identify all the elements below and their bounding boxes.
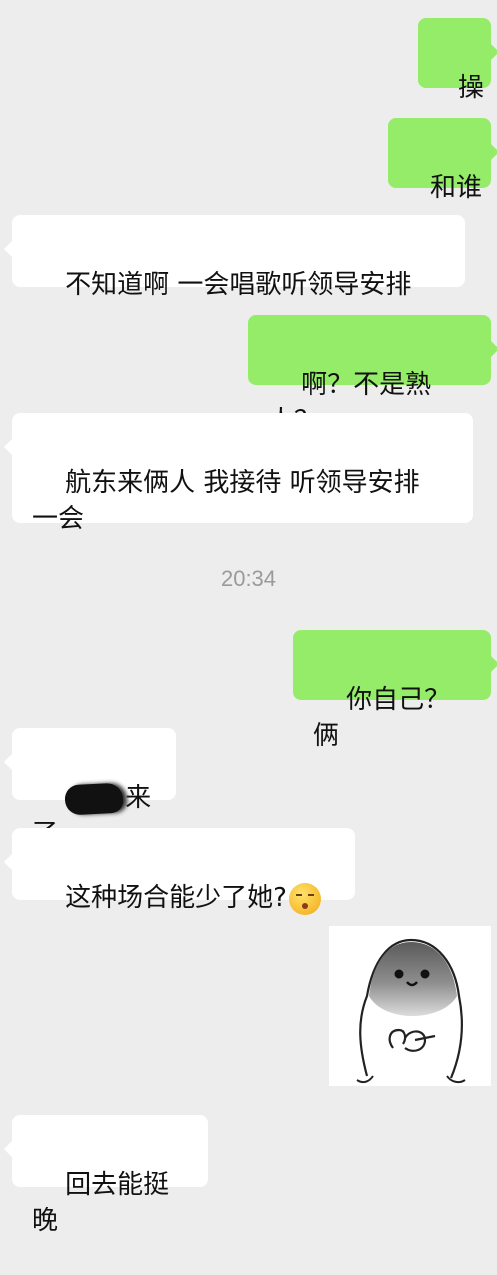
message-bubble-sent[interactable]: 你自己？俩 bbox=[293, 630, 497, 751]
message-bubble-sent[interactable]: 和谁 bbox=[388, 118, 497, 203]
message-bubble-received[interactable]: 航东来俩人 我接待 听领导安排 一会 bbox=[4, 413, 473, 534]
message-bubble-received[interactable]: 不知道啊 一会唱歌听领导安排 bbox=[4, 215, 465, 300]
message-bubble-received[interactable]: 回去能挺晚 bbox=[4, 1115, 208, 1236]
blob-character-icon bbox=[356, 938, 466, 1084]
message-text: 操 bbox=[458, 73, 485, 103]
message-bubble-sent[interactable]: 啊？不是熟人？ bbox=[248, 315, 497, 436]
message-text: 这种场合能少了她? bbox=[65, 883, 287, 913]
message-bubble-sent[interactable]: 操 bbox=[418, 18, 497, 103]
hushed-face-emoji-icon bbox=[288, 882, 321, 915]
message-timestamp: 20:34 bbox=[220, 566, 277, 591]
message-text: 你自己？俩 bbox=[313, 685, 451, 751]
redacted-name-mark bbox=[64, 782, 124, 815]
message-text: 航东来俩人 我接待 听领导安排 一会 bbox=[32, 468, 420, 534]
message-bubble-received[interactable]: 这种场合能少了她? bbox=[4, 828, 355, 915]
message-bubble-received[interactable]: 来了 bbox=[4, 728, 176, 849]
message-text: 回去能挺晚 bbox=[32, 1170, 170, 1236]
message-text: 和谁 bbox=[430, 173, 483, 203]
blob-character-sticker[interactable] bbox=[329, 926, 491, 1086]
message-text: 不知道啊 一会唱歌听领导安排 bbox=[65, 270, 412, 300]
